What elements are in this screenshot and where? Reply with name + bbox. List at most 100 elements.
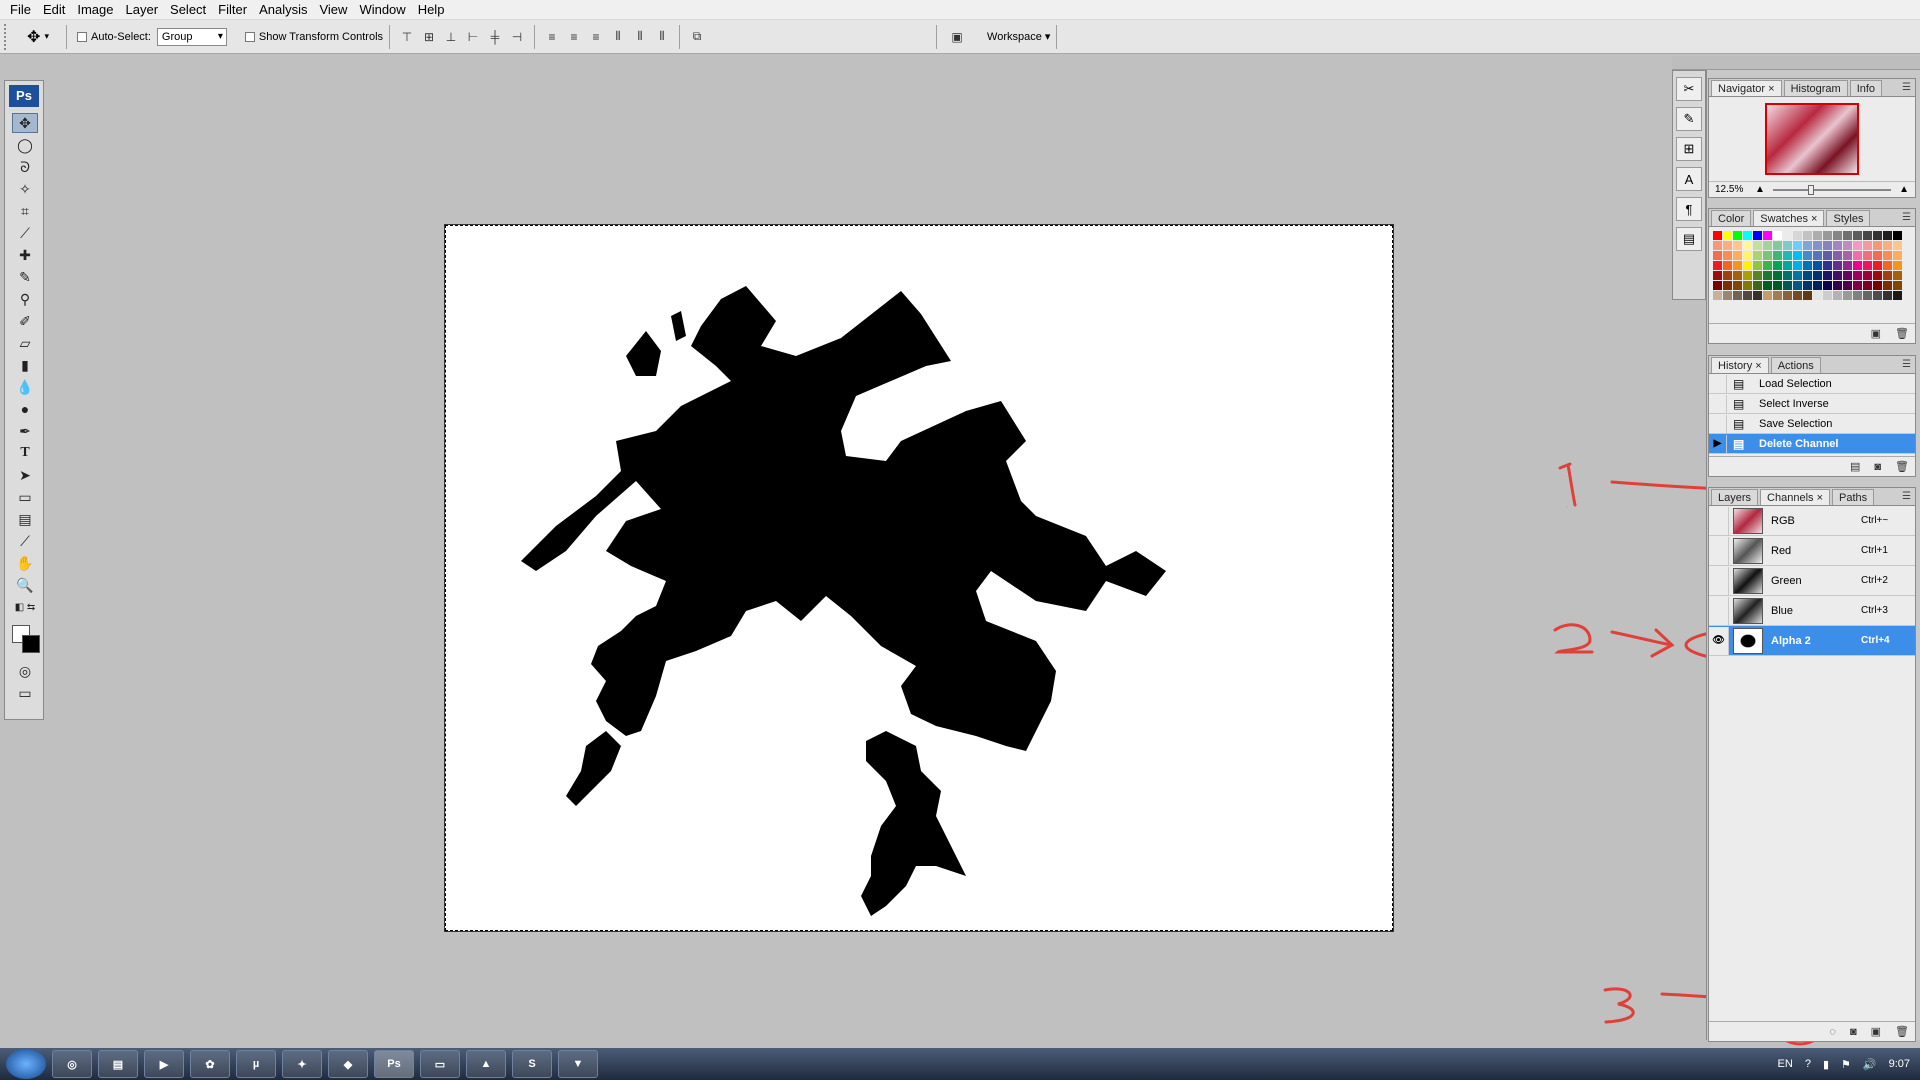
app-icon[interactable]: ✿ xyxy=(190,1050,230,1078)
swatch[interactable] xyxy=(1823,251,1832,260)
swatch[interactable] xyxy=(1813,281,1822,290)
swatch[interactable] xyxy=(1813,271,1822,280)
swatch[interactable] xyxy=(1843,281,1852,290)
swatch[interactable] xyxy=(1883,281,1892,290)
menu-view[interactable]: View xyxy=(313,2,353,17)
blur-tool-icon[interactable]: 💧 xyxy=(12,377,38,397)
clock[interactable]: 9:07 xyxy=(1889,1058,1910,1070)
swatch[interactable] xyxy=(1823,271,1832,280)
swatch[interactable] xyxy=(1713,261,1722,270)
swatch[interactable] xyxy=(1803,271,1812,280)
distribute-right-icon[interactable]: ⦀ xyxy=(653,28,671,46)
photoshop-taskbar-icon[interactable]: Ps xyxy=(374,1050,414,1078)
swatch[interactable] xyxy=(1863,291,1872,300)
paragraph-icon[interactable]: ¶ xyxy=(1676,197,1702,221)
swatch[interactable] xyxy=(1783,271,1792,280)
swatch[interactable] xyxy=(1793,271,1802,280)
eraser-tool-icon[interactable]: ▱ xyxy=(12,333,38,353)
tab-styles[interactable]: Styles xyxy=(1826,210,1871,226)
magic-wand-tool-icon[interactable]: ✧ xyxy=(12,179,38,199)
swatch[interactable] xyxy=(1713,251,1722,260)
photos-icon[interactable]: ▲ xyxy=(466,1050,506,1078)
distribute-left-icon[interactable]: ⦀ xyxy=(609,28,627,46)
swatch[interactable] xyxy=(1803,261,1812,270)
visibility-toggle[interactable] xyxy=(1709,596,1729,625)
delete-state-icon[interactable]: 🗑 xyxy=(1895,460,1909,473)
swatch[interactable] xyxy=(1743,241,1752,250)
swatch[interactable] xyxy=(1883,291,1892,300)
swatch[interactable] xyxy=(1893,291,1902,300)
path-selection-tool-icon[interactable]: ➤ xyxy=(12,465,38,485)
swatch[interactable] xyxy=(1833,271,1842,280)
swatch[interactable] xyxy=(1863,281,1872,290)
swatch[interactable] xyxy=(1723,291,1732,300)
menu-edit[interactable]: Edit xyxy=(37,2,71,17)
notes-tool-icon[interactable]: ▤ xyxy=(12,509,38,529)
swatch[interactable] xyxy=(1773,231,1782,240)
swatch[interactable] xyxy=(1803,241,1812,250)
swatch[interactable] xyxy=(1763,291,1772,300)
swatch[interactable] xyxy=(1833,241,1842,250)
swatch[interactable] xyxy=(1783,251,1792,260)
menu-image[interactable]: Image xyxy=(71,2,119,17)
new-document-from-state-icon[interactable]: ▤ xyxy=(1850,460,1860,473)
help-icon[interactable]: ? xyxy=(1805,1058,1811,1070)
swatch[interactable] xyxy=(1763,251,1772,260)
zoom-slider-knob[interactable] xyxy=(1808,184,1815,195)
brushes-icon[interactable]: ✎ xyxy=(1676,107,1702,131)
new-channel-icon[interactable]: ▣ xyxy=(1871,1025,1881,1038)
background-color[interactable] xyxy=(22,635,40,653)
swatch-grid[interactable] xyxy=(1709,227,1915,304)
tab-channels[interactable]: Channels × xyxy=(1760,489,1830,505)
swap-colors-icon[interactable]: ◧ ⇆ xyxy=(12,597,38,617)
swatch[interactable] xyxy=(1823,291,1832,300)
zoom-out-icon[interactable]: ▲ xyxy=(1755,184,1765,195)
swatch[interactable] xyxy=(1773,291,1782,300)
tab-history[interactable]: History × xyxy=(1711,357,1769,373)
swatch[interactable] xyxy=(1793,251,1802,260)
tool-preset-picker[interactable]: ✥ ▾ xyxy=(16,24,60,50)
tab-info[interactable]: Info xyxy=(1849,80,1883,96)
marquee-tool-icon[interactable]: ◯ xyxy=(12,135,38,155)
tab-actions[interactable]: Actions xyxy=(1770,357,1821,373)
swatch[interactable] xyxy=(1733,241,1742,250)
align-right-icon[interactable]: ⊣ xyxy=(508,28,526,46)
swatch[interactable] xyxy=(1793,261,1802,270)
swatch[interactable] xyxy=(1883,261,1892,270)
align-vcenter-icon[interactable]: ⊞ xyxy=(420,28,438,46)
color-swatches[interactable] xyxy=(10,623,40,655)
menu-analysis[interactable]: Analysis xyxy=(253,2,313,17)
tab-layers[interactable]: Layers xyxy=(1711,489,1759,505)
lasso-tool-icon[interactable]: ᘐ xyxy=(12,157,38,177)
swatch[interactable] xyxy=(1713,271,1722,280)
swatch[interactable] xyxy=(1743,271,1752,280)
swatch[interactable] xyxy=(1723,251,1732,260)
app2-icon[interactable]: ✦ xyxy=(282,1050,322,1078)
swatch[interactable] xyxy=(1783,241,1792,250)
screen-mode-icon[interactable]: ▭ xyxy=(12,683,38,703)
swatch[interactable] xyxy=(1863,271,1872,280)
swatch[interactable] xyxy=(1753,261,1762,270)
swatch[interactable] xyxy=(1713,291,1722,300)
align-left-icon[interactable]: ⊢ xyxy=(464,28,482,46)
swatch[interactable] xyxy=(1723,241,1732,250)
distribute-bottom-icon[interactable]: ≡ xyxy=(587,28,605,46)
swatch[interactable] xyxy=(1793,231,1802,240)
menu-file[interactable]: File xyxy=(4,2,37,17)
skype-icon[interactable]: S xyxy=(512,1050,552,1078)
network-icon[interactable]: ▮ xyxy=(1823,1058,1829,1071)
swatch[interactable] xyxy=(1853,251,1862,260)
swatch[interactable] xyxy=(1833,291,1842,300)
swatch[interactable] xyxy=(1753,251,1762,260)
swatch[interactable] xyxy=(1723,281,1732,290)
swatch[interactable] xyxy=(1723,231,1732,240)
pen-tool-icon[interactable]: ✒ xyxy=(12,421,38,441)
distribute-vcenter-icon[interactable]: ≡ xyxy=(565,28,583,46)
workspace-menu[interactable]: Workspace ▾ xyxy=(987,30,1050,43)
character-icon[interactable]: A xyxy=(1676,167,1702,191)
swatch[interactable] xyxy=(1783,291,1792,300)
swatch[interactable] xyxy=(1793,291,1802,300)
swatch[interactable] xyxy=(1773,281,1782,290)
swatch[interactable] xyxy=(1783,261,1792,270)
swatch[interactable] xyxy=(1883,241,1892,250)
